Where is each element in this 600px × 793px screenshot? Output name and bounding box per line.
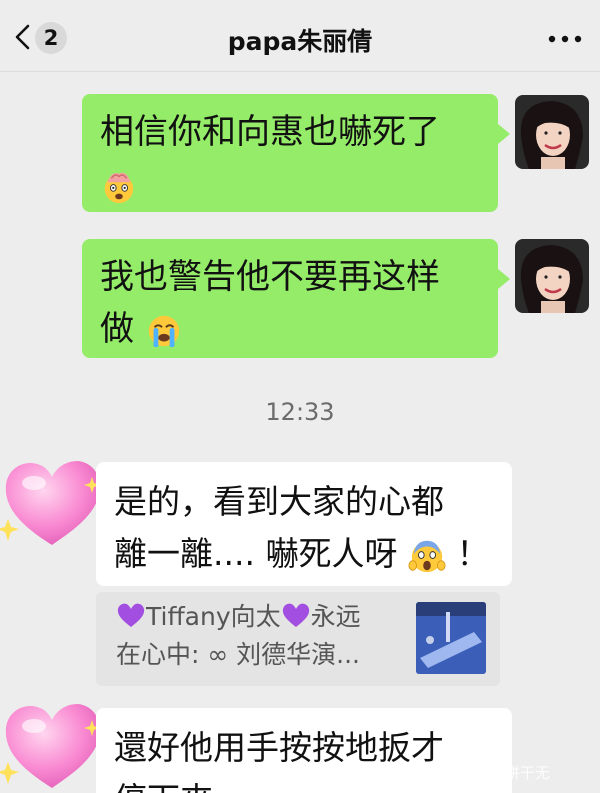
message-text: 相信你和向惠也嚇死了: [100, 112, 440, 152]
exploding-head-emoji: [104, 172, 134, 203]
message-bubble-outgoing[interactable]: 我也警告他不要再这样 做: [82, 239, 510, 358]
avatar-self[interactable]: [515, 95, 589, 169]
screaming-face-emoji: [408, 540, 446, 572]
message-bubble-incoming[interactable]: 是的，看到大家的心都 離一離.... 嚇死人呀 ！: [96, 462, 512, 586]
purple-heart-icon: [282, 603, 309, 627]
avatar-contact[interactable]: [0, 698, 106, 793]
crying-face-emoji: [148, 315, 180, 347]
message-text: 停下來: [114, 780, 213, 793]
quoted-message-text: Tiffany向太 永远 在心中: ∞ 刘德华演...: [116, 602, 361, 669]
quoted-video-thumbnail[interactable]: [416, 602, 486, 674]
message-text: 是的，看到大家的心都: [114, 482, 444, 521]
chat-title: papa朱丽倩: [227, 27, 373, 56]
avatar-contact[interactable]: [0, 455, 106, 551]
message-text: 我也警告他不要再这样: [100, 257, 440, 297]
message-text: 做: [100, 309, 134, 349]
more-dots-icon[interactable]: [548, 35, 582, 43]
avatar-self[interactable]: [515, 239, 589, 313]
quoted-message[interactable]: Tiffany向太 永远 在心中: ∞ 刘德华演...: [96, 592, 500, 686]
watermark: 娱乐小饼干无: [460, 764, 551, 782]
purple-heart-icon: [117, 603, 145, 627]
message-timestamp: 12:33: [265, 398, 335, 426]
message-text: ！: [456, 534, 490, 573]
message-bubble-incoming[interactable]: 還好他用手按按地扳才 停下來: [96, 708, 512, 793]
message-bubble-outgoing[interactable]: 相信你和向惠也嚇死了: [82, 94, 510, 212]
message-text: 離一離.... 嚇死人呀: [114, 534, 398, 573]
message-text: 還好他用手按按地扳才: [114, 728, 444, 767]
chat-header: 2 papa朱丽倩: [0, 0, 600, 72]
